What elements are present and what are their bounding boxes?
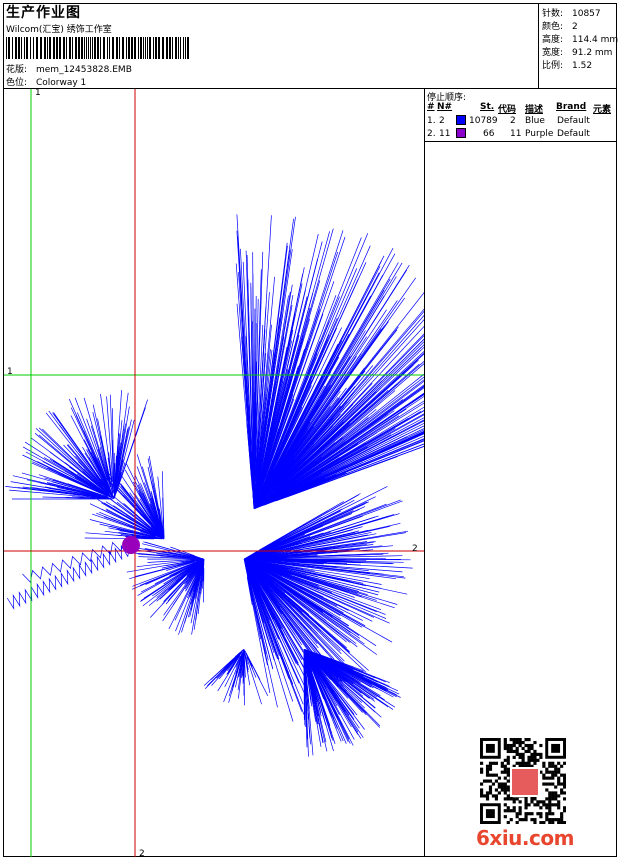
purple-eye-stitch [122, 536, 140, 554]
row1-brand: Default [557, 116, 590, 126]
colorway-label: 色位: [6, 78, 28, 88]
stat-height-label: 高度: [542, 35, 564, 45]
colorway: 色位: Colorway 1 [6, 75, 86, 88]
stat-height: 高度: 114.4 mm [542, 32, 618, 45]
red-seal-logo [510, 767, 540, 797]
row1-code: 2 [510, 116, 516, 126]
guide-red-h-label: 2 [412, 544, 418, 554]
row2-brand: Default [557, 129, 590, 139]
stat-stitches: 针数: 10857 [542, 6, 601, 19]
stat-colors-value: 2 [572, 22, 578, 32]
row2-color-swatch [456, 128, 466, 138]
embroidery-drawing: 1 1 2 2 [4, 89, 424, 857]
stat-colors-label: 颜色: [542, 22, 564, 32]
guide-red-v-label: 2 [139, 849, 145, 857]
stat-width-value: 91.2 mm [572, 48, 613, 58]
col-description: 描述 [525, 105, 544, 115]
row1-needle: 2 [439, 116, 445, 126]
stat-colors: 颜色: 2 [542, 19, 578, 32]
row1-description: Blue [525, 116, 545, 126]
stat-scale-value: 1.52 [572, 61, 593, 71]
col-index: # [427, 102, 435, 112]
colorway-value: Colorway 1 [36, 78, 87, 88]
watermark: 6xiu.com [476, 826, 574, 850]
panel-divider [424, 88, 425, 857]
bird-stitches [5, 214, 424, 757]
row1-stitches: 10789 [469, 116, 498, 126]
col-stitches: St. [480, 102, 495, 112]
stat-scale-label: 比例: [542, 61, 564, 71]
stat-stitches-value: 10857 [572, 9, 601, 19]
guide-green-h-label: 1 [7, 367, 13, 377]
stat-width: 宽度: 91.2 mm [542, 45, 612, 58]
row1-index: 1. [427, 116, 436, 126]
col-needle: N# [437, 102, 453, 112]
stats-box: 针数: 10857 颜色: 2 高度: 114.4 mm 宽度: 91.2 mm 比例:… [538, 3, 618, 88]
row2-index: 2. [427, 129, 436, 139]
design-file: 花版: mem_12453828.EMB [6, 62, 132, 75]
col-element: 元素 [593, 105, 612, 115]
barcode [6, 37, 189, 59]
row2-description: Purple [525, 129, 554, 139]
stat-scale: 比例: 1.52 [542, 58, 592, 71]
design-canvas: 1 1 2 2 [4, 89, 424, 857]
stat-height-value: 114.4 mm [572, 35, 619, 45]
row1-color-swatch [456, 115, 466, 125]
guide-green-v-label: 1 [35, 89, 41, 98]
table-bottom-rule [425, 141, 617, 142]
studio-name: Wilcom(汇宝) 绣饰工作室 [6, 25, 112, 35]
stat-stitches-label: 针数: [542, 9, 564, 19]
row2-stitches: 66 [483, 129, 495, 139]
design-file-value: mem_12453828.EMB [36, 65, 132, 75]
row2-needle: 11 [439, 129, 451, 139]
col-code: 代码 [498, 105, 517, 115]
col-brand: Brand [556, 102, 587, 112]
design-file-label: 花版: [6, 65, 28, 75]
page-title: 生产作业图 [6, 5, 81, 21]
row2-code: 11 [510, 129, 522, 139]
stat-width-label: 宽度: [542, 48, 564, 58]
